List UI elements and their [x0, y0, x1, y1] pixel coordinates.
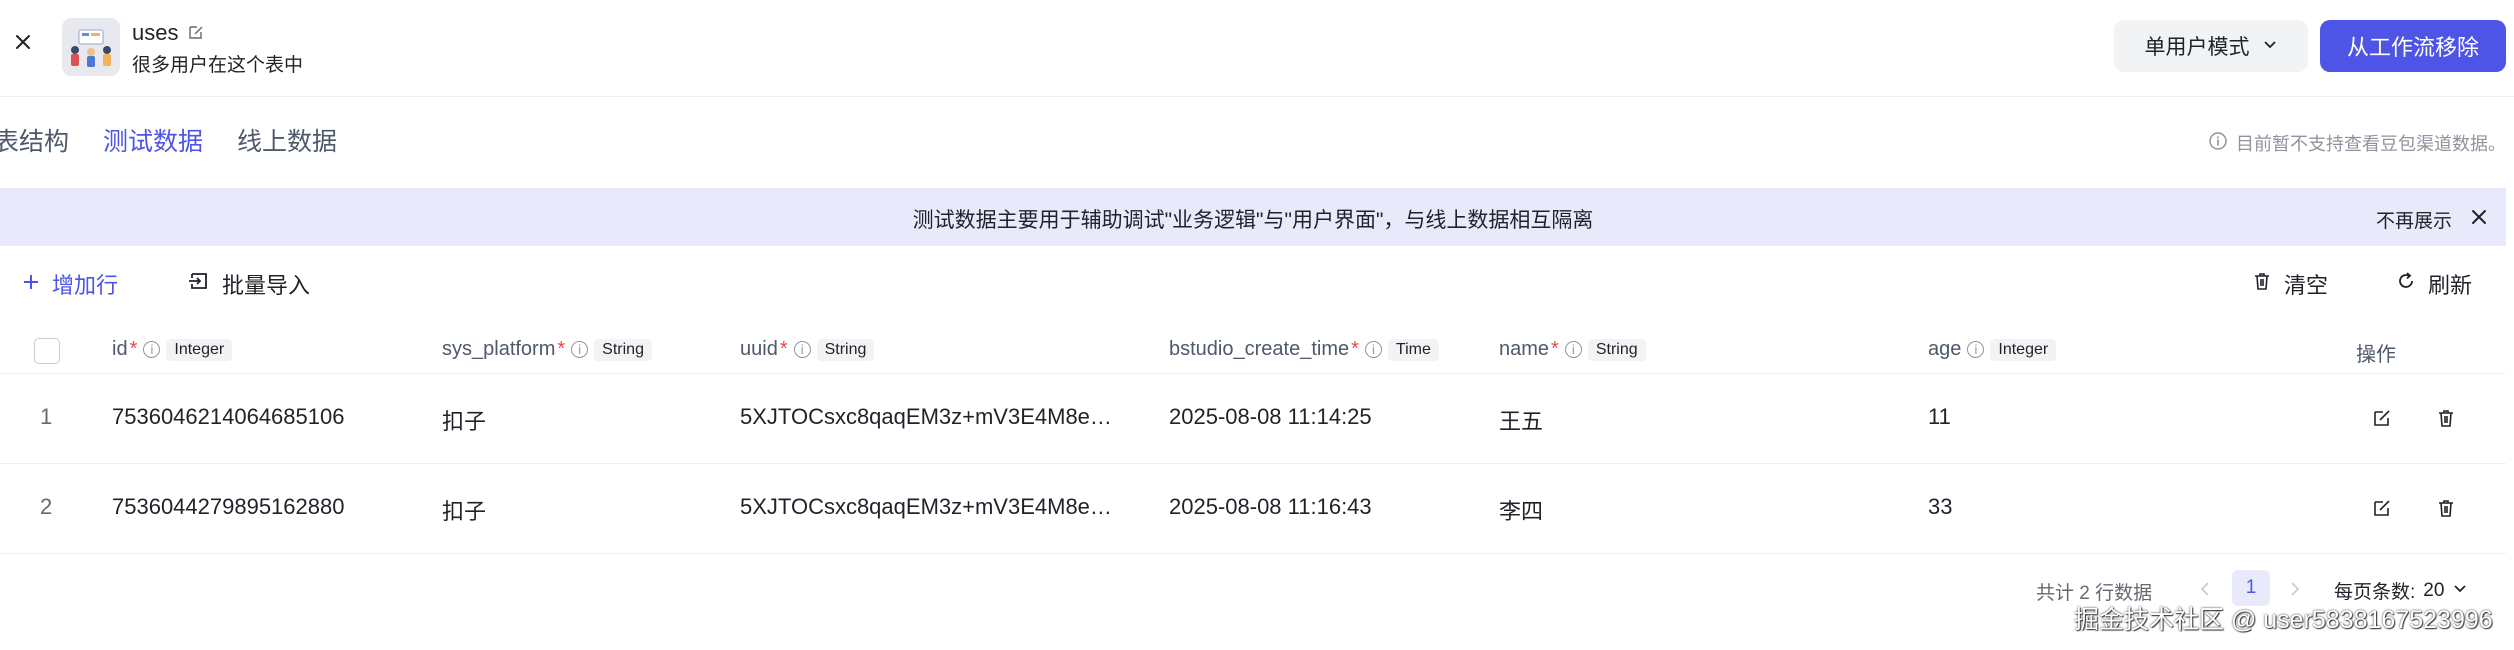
- tab-test-data[interactable]: 测试数据: [103, 122, 203, 162]
- cell-age: 33: [1928, 494, 1953, 519]
- bulk-import-label: 批量导入: [222, 273, 311, 298]
- remove-from-workflow-button[interactable]: 从工作流移除: [2320, 20, 2506, 72]
- watermark: 掘金技术社区 @ user5838167523996: [2074, 606, 2493, 634]
- add-row-button[interactable]: 增加行: [22, 268, 118, 300]
- type-tag: String: [1587, 338, 1646, 361]
- required-mark: *: [1551, 338, 1559, 360]
- edit-row-icon[interactable]: [2368, 494, 2396, 522]
- cell-sys-platform: 扣子: [442, 499, 487, 524]
- import-icon: [188, 270, 210, 298]
- cell-age: 11: [1928, 404, 1951, 429]
- row-index: 1: [40, 404, 53, 429]
- tab-schema[interactable]: 表结构: [0, 122, 69, 162]
- refresh-label: 刷新: [2428, 273, 2473, 298]
- info-icon[interactable]: i: [793, 341, 811, 358]
- table-row: 2 7536044279895162880 扣子 5XJTOCsxc8qaqEM…: [0, 464, 2506, 554]
- table-title: uses: [132, 20, 179, 45]
- delete-row-icon[interactable]: [2432, 404, 2460, 432]
- type-tag: Integer: [1990, 338, 2057, 361]
- refresh-button[interactable]: 刷新: [2396, 268, 2472, 300]
- cell-id: 7536044279895162880: [112, 494, 345, 519]
- column-header-sys-platform: sys_platform * i String: [442, 338, 652, 361]
- column-header-age: age i Integer: [1928, 338, 2057, 361]
- column-name: name: [1499, 338, 1550, 360]
- table-header: id * i Integer sys_platform * i String uui…: [0, 330, 2506, 374]
- cell-id: 7536046214064685106: [112, 404, 345, 429]
- type-tag: String: [816, 338, 875, 361]
- column-name: uuid: [740, 338, 778, 360]
- user-mode-label: 单用户模式: [2144, 36, 2250, 59]
- header: uses 很多用户在这个表中 单用户模式 从工作流移除: [0, 0, 2514, 97]
- chevron-down-icon: [2262, 34, 2278, 58]
- test-data-banner: 测试数据主要用于辅助调试"业务逻辑"与"用户界面"，与线上数据相互隔离 不再展示: [0, 188, 2506, 246]
- required-mark: *: [557, 338, 566, 360]
- cell-sys-platform: 扣子: [442, 409, 487, 434]
- column-name: id: [112, 338, 128, 360]
- column-header-name: name * i String: [1499, 338, 1646, 361]
- clear-label: 清空: [2284, 273, 2329, 298]
- column-name: bstudio_create_time: [1169, 338, 1350, 360]
- banner-text: 测试数据主要用于辅助调试"业务逻辑"与"用户界面"，与线上数据相互隔离: [912, 209, 1594, 232]
- add-row-label: 增加行: [52, 273, 119, 298]
- cell-create-time: 2025-08-08 11:16:43: [1169, 494, 1372, 519]
- close-icon[interactable]: [12, 31, 34, 53]
- tab-bar: 表结构 测试数据 线上数据: [0, 122, 337, 162]
- type-tag: String: [594, 338, 652, 361]
- plus-icon: [22, 271, 40, 297]
- edit-row-icon[interactable]: [2368, 404, 2396, 432]
- info-icon[interactable]: i: [1967, 341, 1985, 358]
- cell-name: 王五: [1499, 409, 1544, 434]
- cell-name: 李四: [1499, 499, 1544, 524]
- column-name: sys_platform: [442, 338, 556, 360]
- refresh-icon: [2396, 271, 2416, 297]
- cell-create-time: 2025-08-08 11:14:25: [1169, 404, 1372, 429]
- table-logo: [62, 18, 120, 76]
- channel-notice-text: 目前暂不支持查看豆包渠道数据。: [2236, 134, 2506, 154]
- chevron-left-icon[interactable]: [2192, 576, 2218, 602]
- clear-button[interactable]: 清空: [2252, 268, 2328, 300]
- table-row: 1 7536046214064685106 扣子 5XJTOCsxc8qaqEM…: [0, 374, 2506, 464]
- edit-title-icon[interactable]: [188, 20, 204, 46]
- required-mark: *: [129, 338, 138, 360]
- table-title-wrap: uses: [132, 20, 204, 46]
- banner-close-icon[interactable]: [2466, 204, 2492, 230]
- user-mode-dropdown[interactable]: 单用户模式: [2114, 20, 2308, 72]
- type-tag: Time: [1387, 338, 1439, 361]
- cell-uuid: 5XJTOCsxc8qaqEM3z+mV3E4M8e…: [740, 494, 1112, 519]
- page-size-value: 20: [2423, 579, 2445, 601]
- required-mark: *: [779, 338, 788, 360]
- info-icon[interactable]: i: [143, 341, 161, 358]
- required-mark: *: [1351, 338, 1359, 360]
- chevron-right-icon[interactable]: [2282, 576, 2308, 602]
- info-icon[interactable]: i: [571, 341, 589, 358]
- info-icon: [2208, 131, 2228, 156]
- dont-show-again-link[interactable]: 不再展示: [2376, 206, 2452, 233]
- channel-notice: 目前暂不支持查看豆包渠道数据。: [2208, 130, 2506, 156]
- delete-row-icon[interactable]: [2432, 494, 2460, 522]
- chevron-down-icon: [2452, 580, 2468, 602]
- info-icon[interactable]: i: [1364, 341, 1382, 358]
- column-header-uuid: uuid * i String: [740, 338, 875, 361]
- cell-uuid: 5XJTOCsxc8qaqEM3z+mV3E4M8e…: [740, 404, 1112, 429]
- column-header-actions: 操作: [2356, 338, 2396, 367]
- actions-header-label: 操作: [2356, 344, 2396, 366]
- select-all-checkbox[interactable]: [34, 338, 60, 364]
- info-icon[interactable]: i: [1564, 341, 1582, 358]
- column-header-create-time: bstudio_create_time * i Time: [1169, 338, 1439, 361]
- column-header-id: id * i Integer: [112, 338, 233, 361]
- column-name: age: [1928, 338, 1962, 360]
- row-index: 2: [40, 494, 53, 519]
- type-tag: Integer: [166, 338, 233, 361]
- bulk-import-button[interactable]: 批量导入: [188, 268, 310, 300]
- tab-online-data[interactable]: 线上数据: [237, 122, 337, 162]
- trash-icon: [2252, 271, 2272, 297]
- table-description: 很多用户在这个表中: [132, 55, 304, 76]
